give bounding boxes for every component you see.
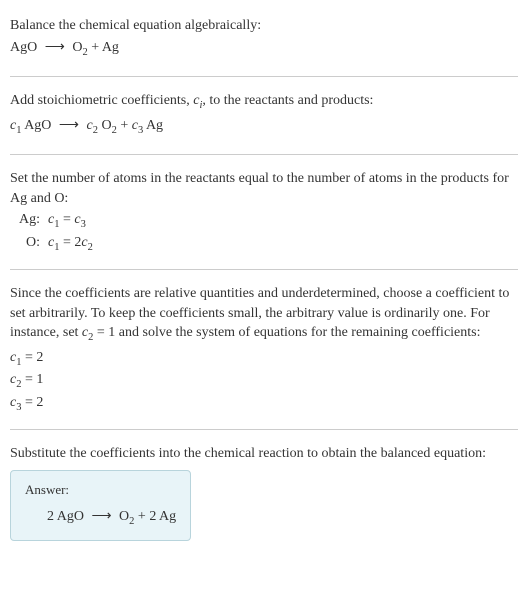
answer-box: Answer: 2 AgO ⟶ O2 + 2 Ag xyxy=(10,470,191,541)
divider xyxy=(10,429,518,430)
elem-label: O: xyxy=(10,233,40,253)
val: = 1 xyxy=(21,372,43,387)
product-o2: O xyxy=(72,40,82,55)
plus: + xyxy=(88,40,102,55)
solution-c1: c1 = 2 xyxy=(10,348,518,370)
answer-label: Answer: xyxy=(25,481,176,499)
arrow-icon: ⟶ xyxy=(91,509,111,524)
solve-instruction: Since the coefficients are relative quan… xyxy=(10,284,518,346)
elem-label: Ag: xyxy=(10,210,40,230)
eq: c1 = 2c2 xyxy=(48,233,93,255)
product-ag: Ag xyxy=(102,40,119,55)
text: , to the reactants and products: xyxy=(202,93,373,108)
ag: 2 Ag xyxy=(149,509,176,524)
divider xyxy=(10,269,518,270)
ag: Ag xyxy=(143,118,163,133)
section-atom-balance: Set the number of atoms in the reactants… xyxy=(10,161,518,263)
eq: c1 = c3 xyxy=(48,210,86,232)
text: = 1 and solve the system of equations fo… xyxy=(93,325,480,340)
cn: 2 xyxy=(88,242,93,253)
balance-table: Ag: c1 = c3 O: c1 = 2c2 xyxy=(10,210,518,255)
initial-equation: AgO ⟶ O2 + Ag xyxy=(10,38,518,60)
balance-instruction: Set the number of atoms in the reactants… xyxy=(10,169,518,208)
plus: + xyxy=(117,118,132,133)
divider xyxy=(10,76,518,77)
arrow-icon: ⟶ xyxy=(59,118,79,133)
solution-c2: c2 = 1 xyxy=(10,370,518,392)
answer-instruction: Substitute the coefficients into the che… xyxy=(10,444,518,464)
coef-instruction: Add stoichiometric coefficients, ci, to … xyxy=(10,91,518,113)
o2: O xyxy=(119,509,129,524)
reactant: AgO xyxy=(21,118,51,133)
section-coefficients: Add stoichiometric coefficients, ci, to … xyxy=(10,83,518,148)
val: = 2 xyxy=(21,395,43,410)
val: = 2 xyxy=(21,350,43,365)
cn: 3 xyxy=(81,219,86,230)
eq-sign: = 2 xyxy=(59,235,81,250)
lhs: 2 AgO xyxy=(47,509,84,524)
eq-sign: = xyxy=(59,212,74,227)
divider xyxy=(10,154,518,155)
plus: + xyxy=(134,509,149,524)
text: Add stoichiometric coefficients, xyxy=(10,93,193,108)
arrow-icon: ⟶ xyxy=(45,40,65,55)
balance-row-o: O: c1 = 2c2 xyxy=(10,233,518,255)
section-problem: Balance the chemical equation algebraica… xyxy=(10,8,518,70)
balance-row-ag: Ag: c1 = c3 xyxy=(10,210,518,232)
problem-statement: Balance the chemical equation algebraica… xyxy=(10,16,518,36)
solution-list: c1 = 2 c2 = 1 c3 = 2 xyxy=(10,348,518,415)
reactant: AgO xyxy=(10,40,37,55)
section-solve: Since the coefficients are relative quan… xyxy=(10,276,518,423)
balanced-equation: 2 AgO ⟶ O2 + 2 Ag xyxy=(47,507,176,529)
coef-equation: c1 AgO ⟶ c2 O2 + c3 Ag xyxy=(10,116,518,138)
section-answer: Substitute the coefficients into the che… xyxy=(10,436,518,548)
o2: O xyxy=(98,118,112,133)
solution-c3: c3 = 2 xyxy=(10,393,518,415)
